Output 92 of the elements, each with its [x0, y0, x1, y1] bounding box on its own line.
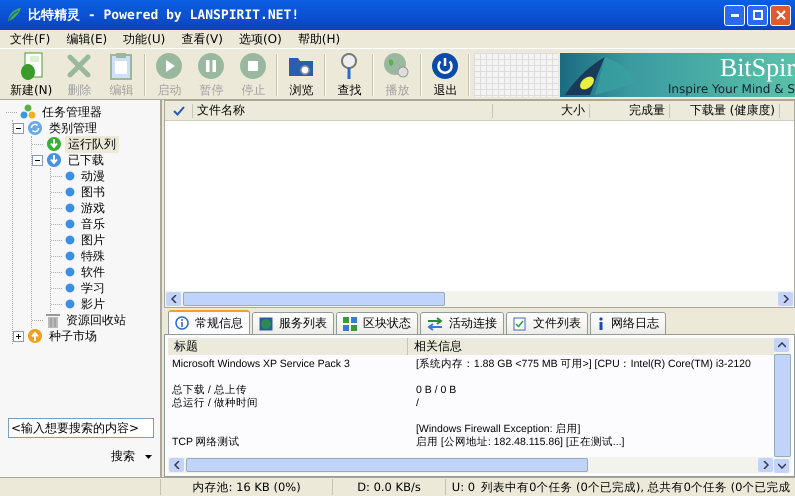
dot-icon: [65, 203, 75, 213]
menu-item[interactable]: 帮助(H): [292, 30, 346, 48]
status-text: 列表中有0个任务 (0个已完成), 总共有0个任务 (0个已完成: [481, 479, 792, 495]
tree-item[interactable]: 已下载: [65, 152, 107, 168]
tab[interactable]: 文件列表: [506, 312, 588, 334]
menu-item[interactable]: 编辑(E): [60, 30, 114, 48]
tree-item[interactable]: 学习: [78, 280, 108, 296]
toolbar-button[interactable]: 浏览: [280, 51, 322, 99]
menu-item[interactable]: 查看(V): [175, 30, 229, 48]
table-cell: [Windows Firewall Exception: 启用]: [416, 422, 580, 434]
stop-icon: [238, 51, 268, 81]
search-button[interactable]: 搜索: [111, 448, 135, 465]
power-icon: [430, 51, 460, 81]
expander-toggle[interactable]: [13, 330, 24, 342]
maximize-button[interactable]: [747, 4, 768, 26]
tree-item[interactable]: 任务管理器: [39, 104, 105, 120]
toolbar-button[interactable]: 退出: [424, 51, 466, 99]
status-text: 内存池: 16 KB (0%): [160, 479, 332, 495]
tab[interactable]: 区块状态: [336, 312, 418, 334]
swap-arrows-icon: [427, 316, 443, 330]
dot-icon: [65, 283, 75, 293]
menu-item[interactable]: 文件(F): [4, 30, 56, 48]
circles-icon: [20, 104, 36, 120]
column-header[interactable]: 下载量 (健康度): [670, 104, 780, 118]
close-icon: [776, 10, 786, 20]
tree-item[interactable]: 类别管理: [46, 120, 100, 136]
globe-icon: [259, 316, 273, 330]
tree-item[interactable]: 软件: [78, 264, 108, 280]
tree-item[interactable]: 游戏: [78, 200, 108, 216]
search-field[interactable]: <输入想要搜索的内容>: [8, 418, 154, 438]
vertical-scrollbar[interactable]: [774, 338, 791, 473]
menu-item[interactable]: 选项(O): [232, 30, 288, 48]
column-header[interactable]: 大小: [493, 104, 590, 118]
play-icon: [154, 51, 184, 81]
app-logo-icon: [6, 7, 22, 23]
tab[interactable]: 服务列表: [252, 312, 334, 334]
info-letter-icon: [597, 316, 605, 330]
banner-slogan: Inspire Your Mind & S: [668, 83, 795, 95]
status-text: U: 0: [444, 479, 482, 495]
column-header[interactable]: 标题: [168, 338, 408, 355]
expander-toggle[interactable]: [13, 122, 24, 134]
maximize-icon: [752, 10, 762, 20]
tree-item[interactable]: 图片: [78, 232, 108, 248]
tree-item[interactable]: 音乐: [78, 216, 108, 232]
tree-item[interactable]: 种子市场: [46, 328, 100, 344]
dot-icon: [65, 299, 75, 309]
tree-item[interactable]: 特殊: [78, 248, 108, 264]
table-cell: Microsoft Windows XP Service Pack 3: [172, 358, 350, 370]
dropdown-arrow-icon[interactable]: [145, 454, 152, 458]
tab[interactable]: 常规信息: [168, 310, 250, 334]
table-cell: /: [416, 396, 419, 408]
refresh-icon: [27, 120, 43, 136]
toolbar-button[interactable]: 查找: [328, 51, 370, 99]
window-title: 比特精灵 - Powered by LANSPIRIT.NET!: [28, 7, 300, 24]
checkmark-icon: [172, 106, 184, 116]
horizontal-scrollbar[interactable]: [165, 291, 794, 307]
minimize-icon: [730, 14, 738, 16]
trash-icon: [46, 312, 60, 328]
table-cell: 总下载 / 总上传: [172, 384, 247, 396]
document-check-icon: [513, 316, 527, 330]
table-cell: [系统内存：1.88 GB <775 MB 可用>] [CPU：Intel(R) Core(TM) i3-2120: [416, 358, 751, 370]
table-cell: 启用 [公网地址: 182.48.115.86] [正在测试...]: [416, 436, 624, 448]
toolbar-button[interactable]: 新建(N): [4, 51, 58, 99]
banner-title: BitSpir: [720, 55, 795, 81]
dot-icon: [65, 219, 75, 229]
table-cell: 总运行 / 做种时间: [172, 396, 258, 408]
dot-icon: [65, 251, 75, 261]
table-cell: 0 B / 0 B: [416, 384, 456, 396]
tree-item[interactable]: 图书: [78, 184, 108, 200]
menu-item[interactable]: 功能(U): [117, 30, 172, 48]
dot-icon: [65, 235, 75, 245]
dot-icon: [65, 187, 75, 197]
tab[interactable]: 活动连接: [420, 312, 504, 334]
tab[interactable]: 网络日志: [590, 312, 666, 334]
tree-item[interactable]: 动漫: [78, 168, 108, 184]
pause-icon: [196, 51, 226, 81]
tree-item[interactable]: 运行队列: [65, 136, 119, 152]
grid-icon: [343, 316, 357, 330]
tree-item[interactable]: 资源回收站: [63, 312, 129, 328]
close-button[interactable]: [770, 4, 791, 26]
dot-icon: [65, 171, 75, 181]
column-header[interactable]: 完成量: [590, 104, 670, 118]
status-text: D: 0.0 KB/s: [332, 479, 445, 495]
tree-item[interactable]: 影片: [78, 296, 108, 312]
expander-toggle[interactable]: [32, 154, 43, 166]
dot-icon: [65, 267, 75, 277]
minimize-button[interactable]: [724, 4, 745, 26]
column-header[interactable]: 文件名称: [193, 104, 493, 118]
table-cell: TCP 网络测试: [172, 436, 240, 448]
column-header[interactable]: 相关信息: [408, 338, 774, 355]
horizontal-scrollbar[interactable]: [168, 457, 774, 473]
info-icon: [175, 316, 189, 330]
